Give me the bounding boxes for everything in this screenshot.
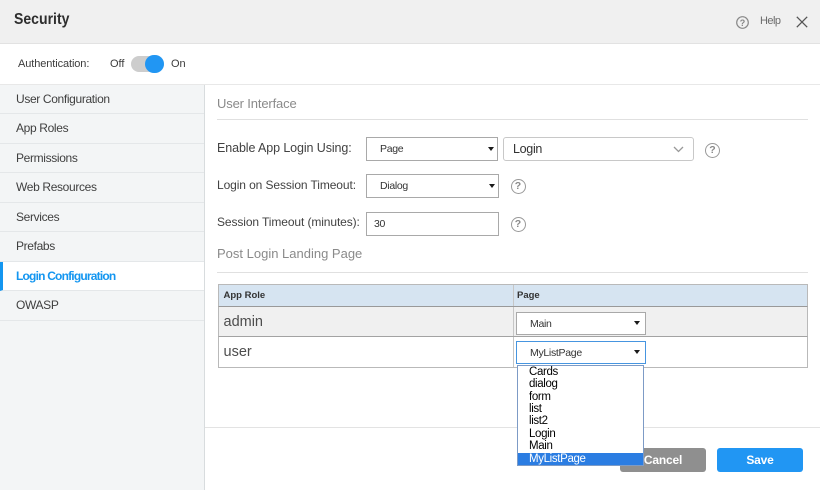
svg-text:?: ? xyxy=(740,17,746,27)
